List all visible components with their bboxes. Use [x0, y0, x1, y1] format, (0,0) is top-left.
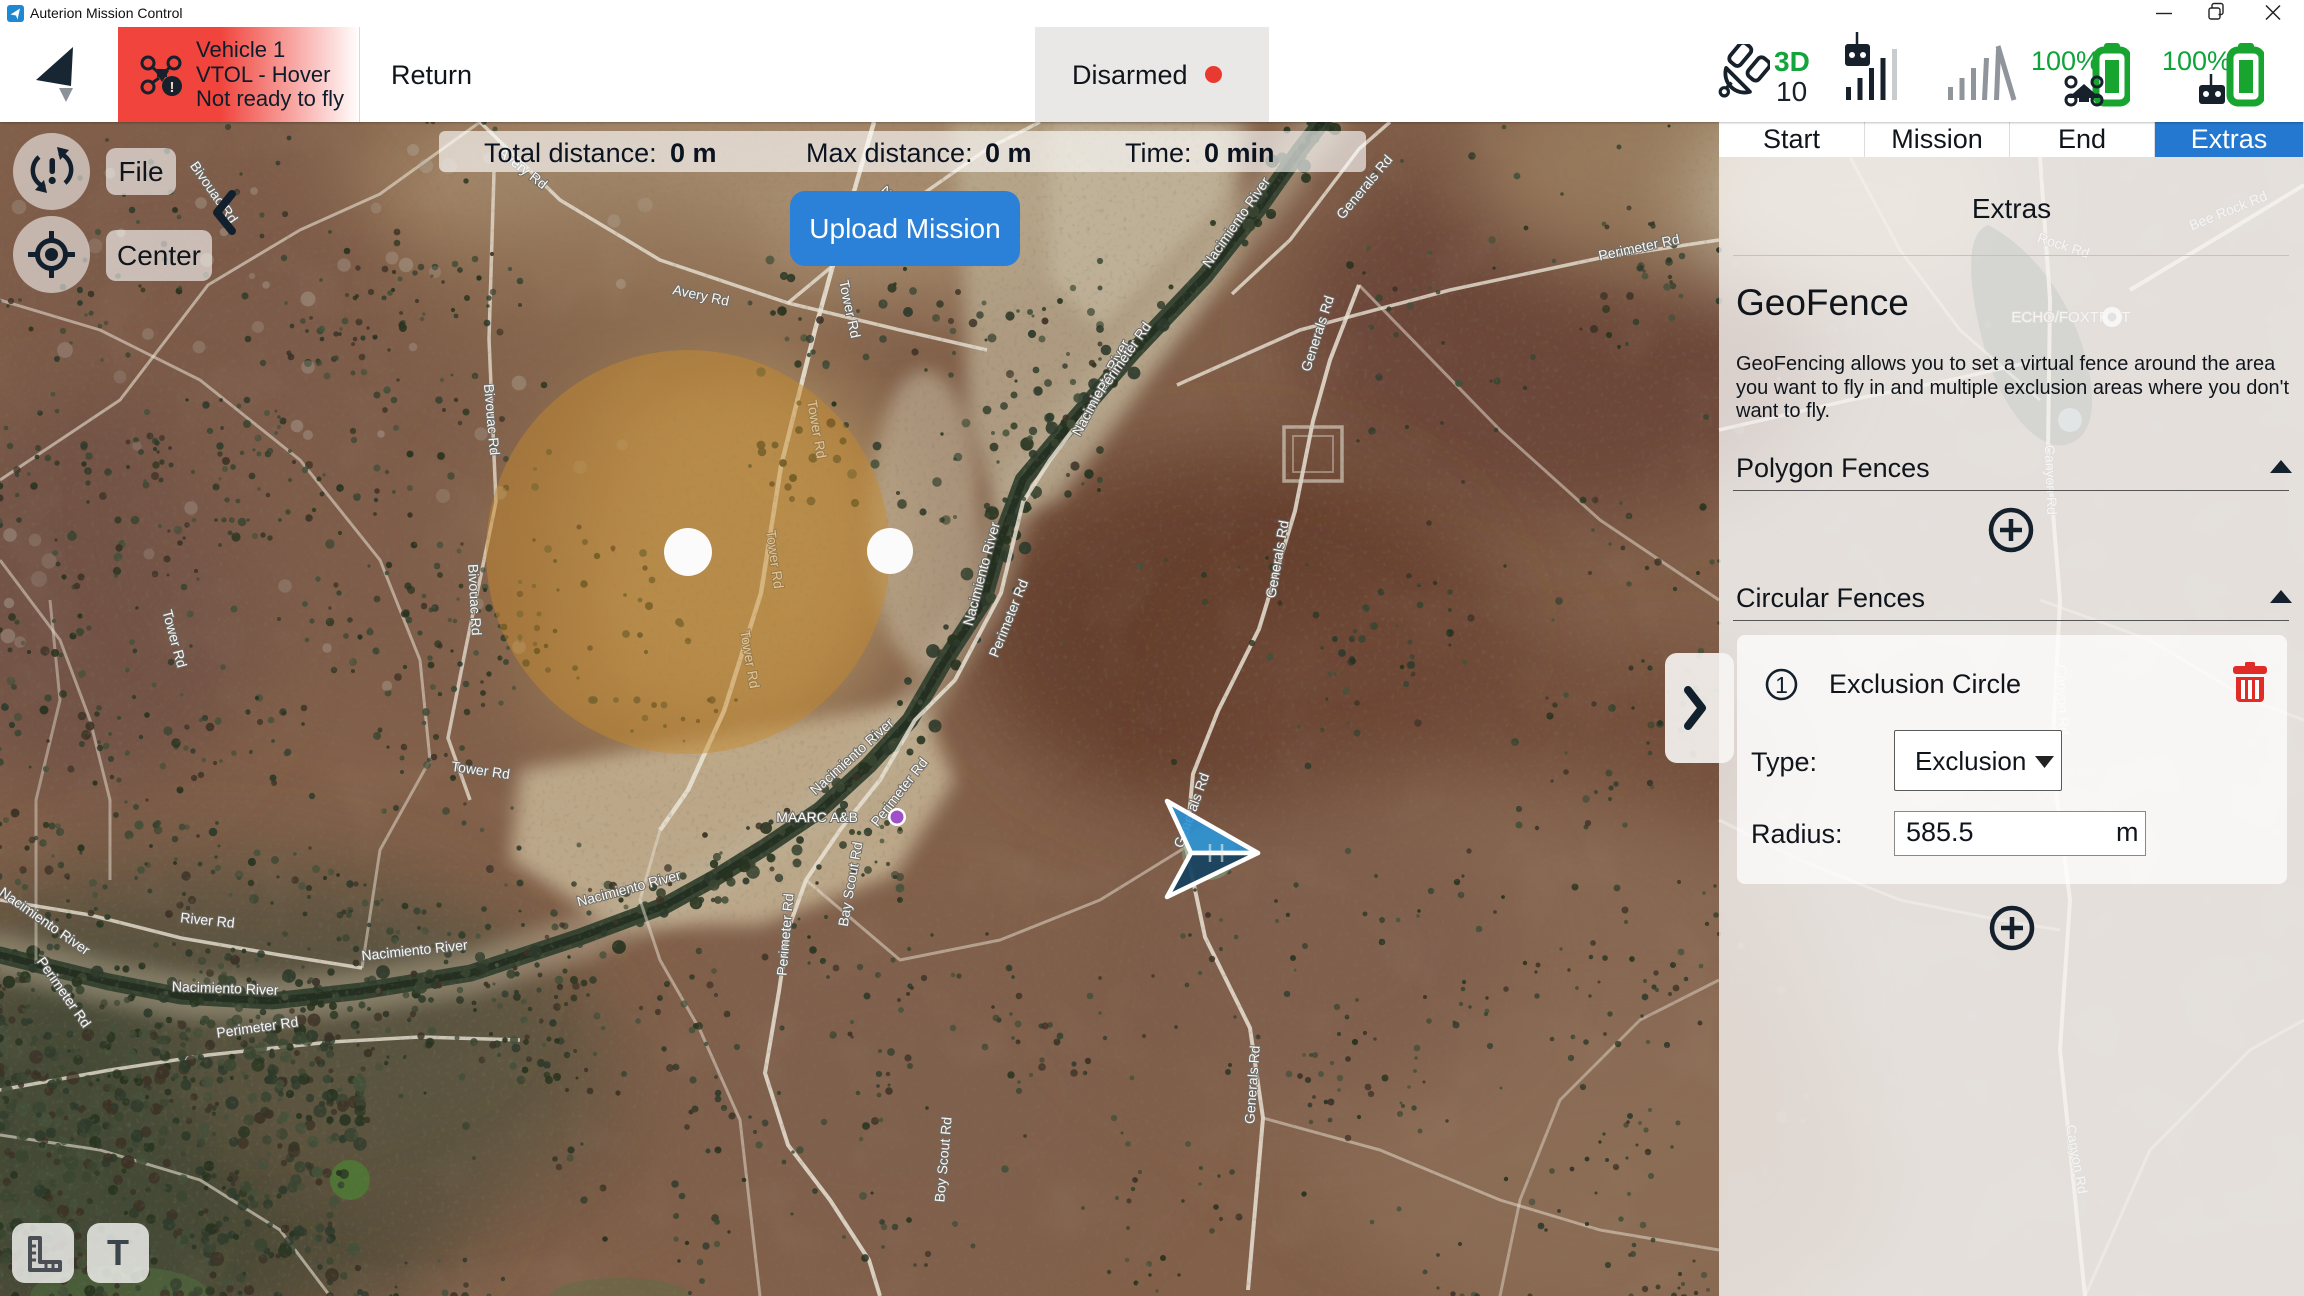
- svg-text:1: 1: [1775, 672, 1788, 698]
- svg-text:H: H: [1207, 838, 1226, 868]
- svg-text:MAARC A&B: MAARC A&B: [776, 809, 858, 825]
- svg-text:!: !: [170, 79, 175, 96]
